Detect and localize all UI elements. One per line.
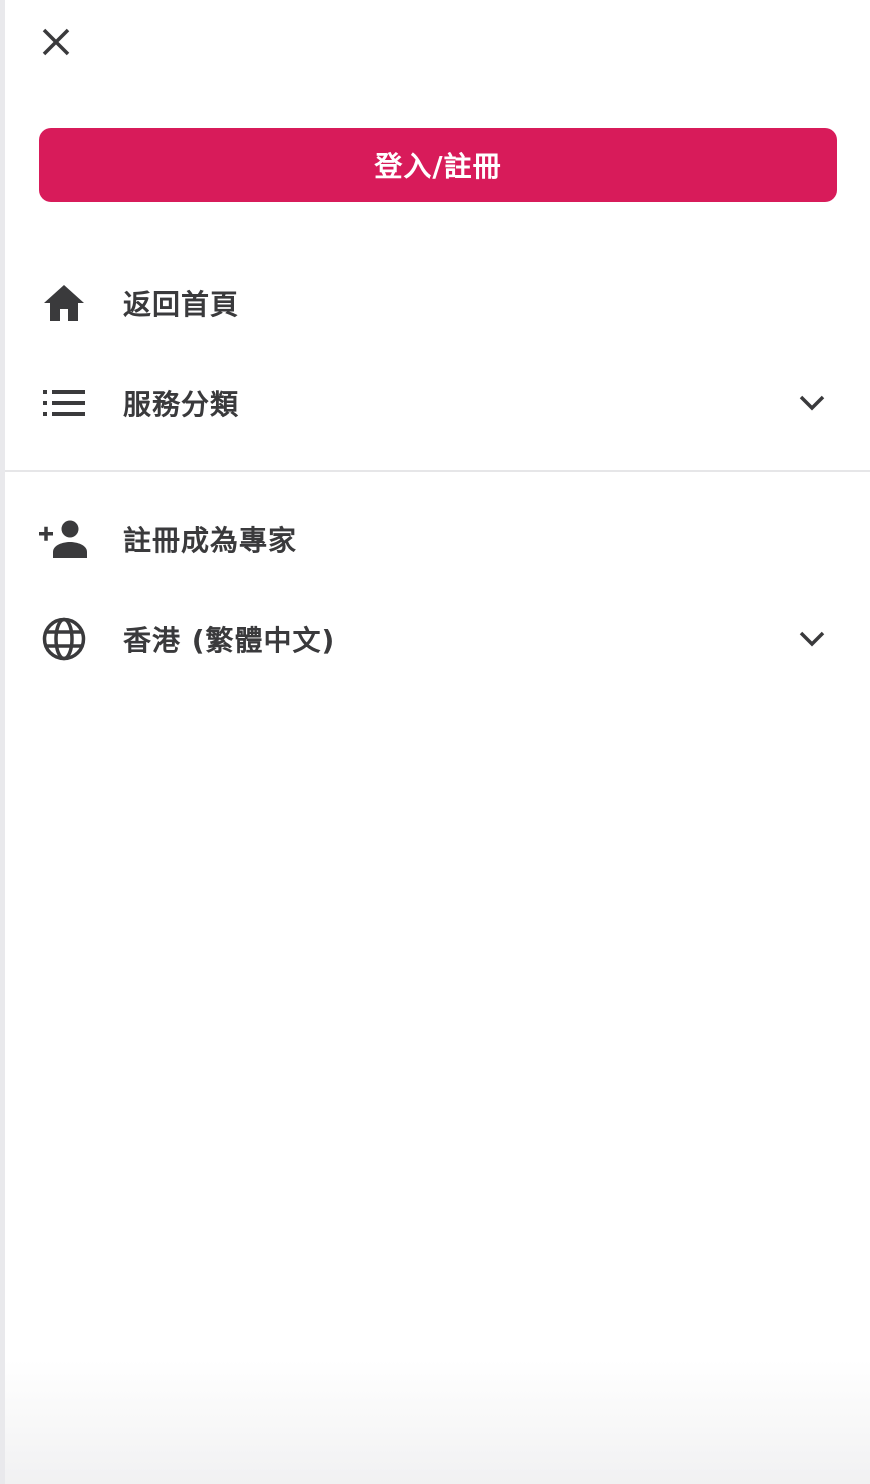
chevron-down-icon[interactable] [793, 384, 831, 422]
list-icon [39, 378, 89, 428]
menu-item-become-expert-label: 註冊成為專家 [123, 524, 298, 557]
menu-item-language[interactable]: 香港 (繁體中文) [5, 599, 870, 679]
menu-item-home[interactable]: 返回首頁 [5, 263, 870, 343]
globe-icon [39, 614, 89, 664]
menu-item-become-expert[interactable]: 註冊成為專家 [5, 499, 870, 579]
menu-item-categories[interactable]: 服務分類 [5, 363, 870, 443]
add-person-icon [39, 514, 89, 564]
menu-item-categories-label: 服務分類 [123, 388, 240, 421]
login-register-button[interactable]: 登入/註冊 [39, 128, 837, 202]
close-icon [42, 28, 70, 56]
menu-item-language-label: 香港 (繁體中文) [123, 624, 336, 657]
chevron-down-icon[interactable] [793, 620, 831, 658]
navigation-drawer: 登入/註冊 返回首頁 服務分類 註冊成為專家 香港 (繁體中文) [5, 0, 870, 1484]
menu-divider [5, 470, 870, 472]
close-button[interactable] [38, 24, 74, 60]
home-icon [39, 278, 89, 328]
login-register-label: 登入/註冊 [374, 150, 502, 183]
menu-item-home-label: 返回首頁 [123, 288, 240, 321]
